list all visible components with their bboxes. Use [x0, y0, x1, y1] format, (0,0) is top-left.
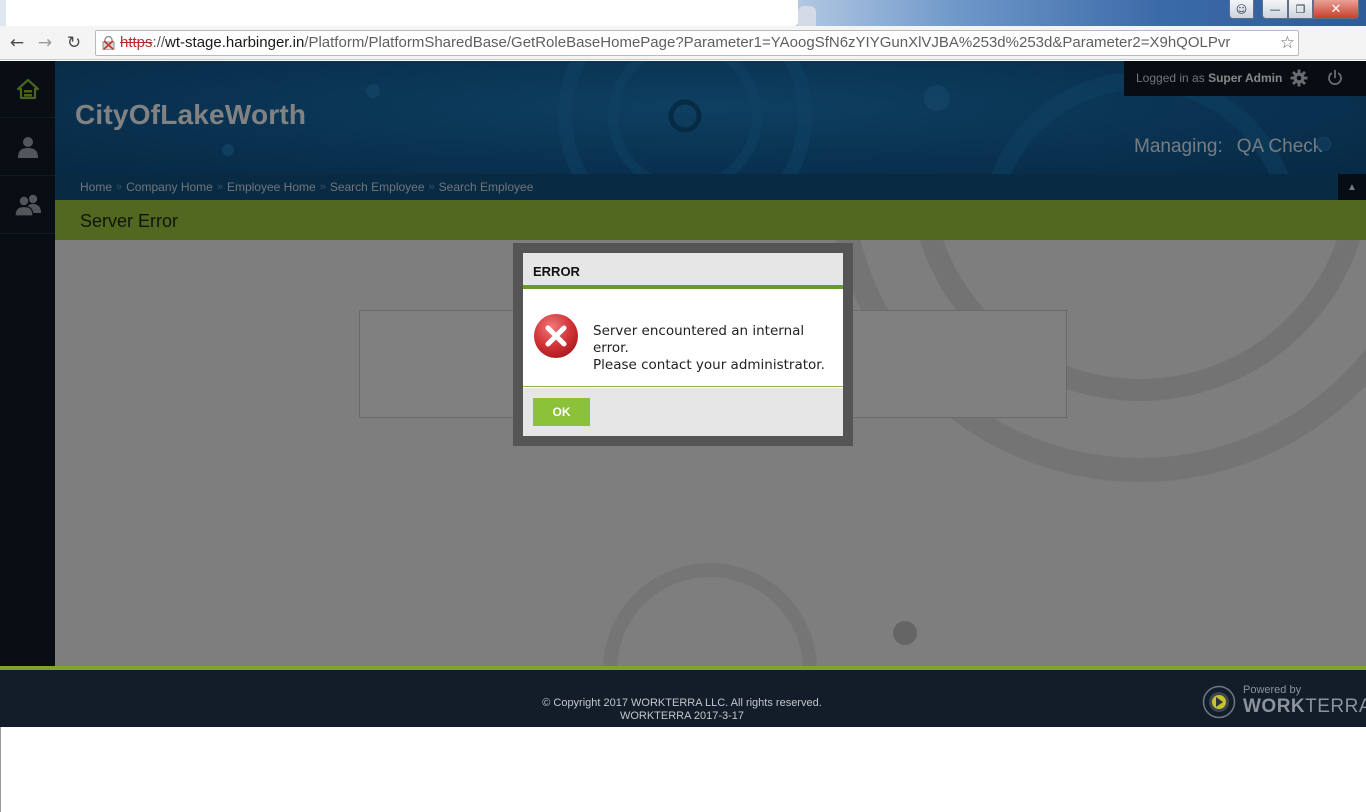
- dialog-body: Server encountered an internal error. Pl…: [523, 293, 843, 387]
- screen: ☺ — ❐ ✕ ← → ↻ https://wt-stage.harbinger…: [0, 0, 1366, 812]
- bookmark-star-icon[interactable]: ☆: [1280, 33, 1295, 53]
- powered-by-label: Powered by: [1243, 684, 1302, 696]
- error-message-line2: Please contact your administrator.: [593, 357, 825, 373]
- brand-bold: WORK: [1243, 696, 1306, 717]
- back-icon[interactable]: ←: [5, 31, 29, 55]
- brand-rest: TERRA: [1305, 696, 1366, 717]
- url-separator: ://: [152, 34, 166, 51]
- copyright: © Copyright 2017 WORKTERRA LLC. All righ…: [0, 697, 1364, 723]
- url-scheme: https: [120, 34, 153, 51]
- profile-icon[interactable]: ☺: [1229, 0, 1254, 19]
- browser-titlebar: ☺ — ❐ ✕: [0, 0, 1366, 26]
- error-x-icon: [534, 314, 578, 358]
- address-bar[interactable]: https://wt-stage.harbinger.in/Platform/P…: [95, 30, 1299, 56]
- new-tab-button[interactable]: [798, 6, 816, 26]
- dialog-title: ERROR: [533, 264, 580, 279]
- browser-toolbar: ← → ↻ https://wt-stage.harbinger.in/Plat…: [0, 26, 1366, 77]
- dialog-header: ERROR: [523, 253, 843, 289]
- browser-tab[interactable]: [6, 0, 798, 26]
- error-message-line1: Server encountered an internal error.: [593, 323, 805, 356]
- url-host: wt-stage.harbinger.in: [165, 34, 305, 51]
- workterra-brand: WORKTERRA: [1243, 696, 1366, 718]
- error-message: Server encountered an internal error. Pl…: [593, 323, 833, 374]
- footer: © Copyright 2017 WORKTERRA LLC. All righ…: [0, 670, 1366, 727]
- url-text: https://wt-stage.harbinger.in/Platform/P…: [120, 31, 1230, 55]
- ok-button[interactable]: OK: [533, 398, 590, 426]
- maximize-icon[interactable]: ❐: [1288, 0, 1313, 19]
- forward-icon[interactable]: →: [33, 31, 57, 55]
- minimize-icon[interactable]: —: [1262, 0, 1288, 19]
- reload-icon[interactable]: ↻: [62, 31, 86, 55]
- error-dialog: ERROR Server encountered an internal err…: [523, 253, 843, 436]
- page-bottom-area: [0, 727, 1366, 812]
- close-window-icon[interactable]: ✕: [1313, 0, 1359, 19]
- powered-by-logo: Powered by WORKTERRA: [1202, 682, 1366, 722]
- error-dialog-frame: ERROR Server encountered an internal err…: [513, 243, 853, 446]
- dialog-footer: OK: [523, 388, 843, 436]
- version-line: WORKTERRA 2017-3-17: [619, 710, 745, 722]
- url-path: /Platform/PlatformSharedBase/GetRoleBase…: [304, 34, 1231, 51]
- insecure-lock-icon: [102, 36, 115, 50]
- copyright-line: © Copyright 2017 WORKTERRA LLC. All righ…: [542, 697, 822, 709]
- workterra-emblem-icon: [1202, 685, 1236, 719]
